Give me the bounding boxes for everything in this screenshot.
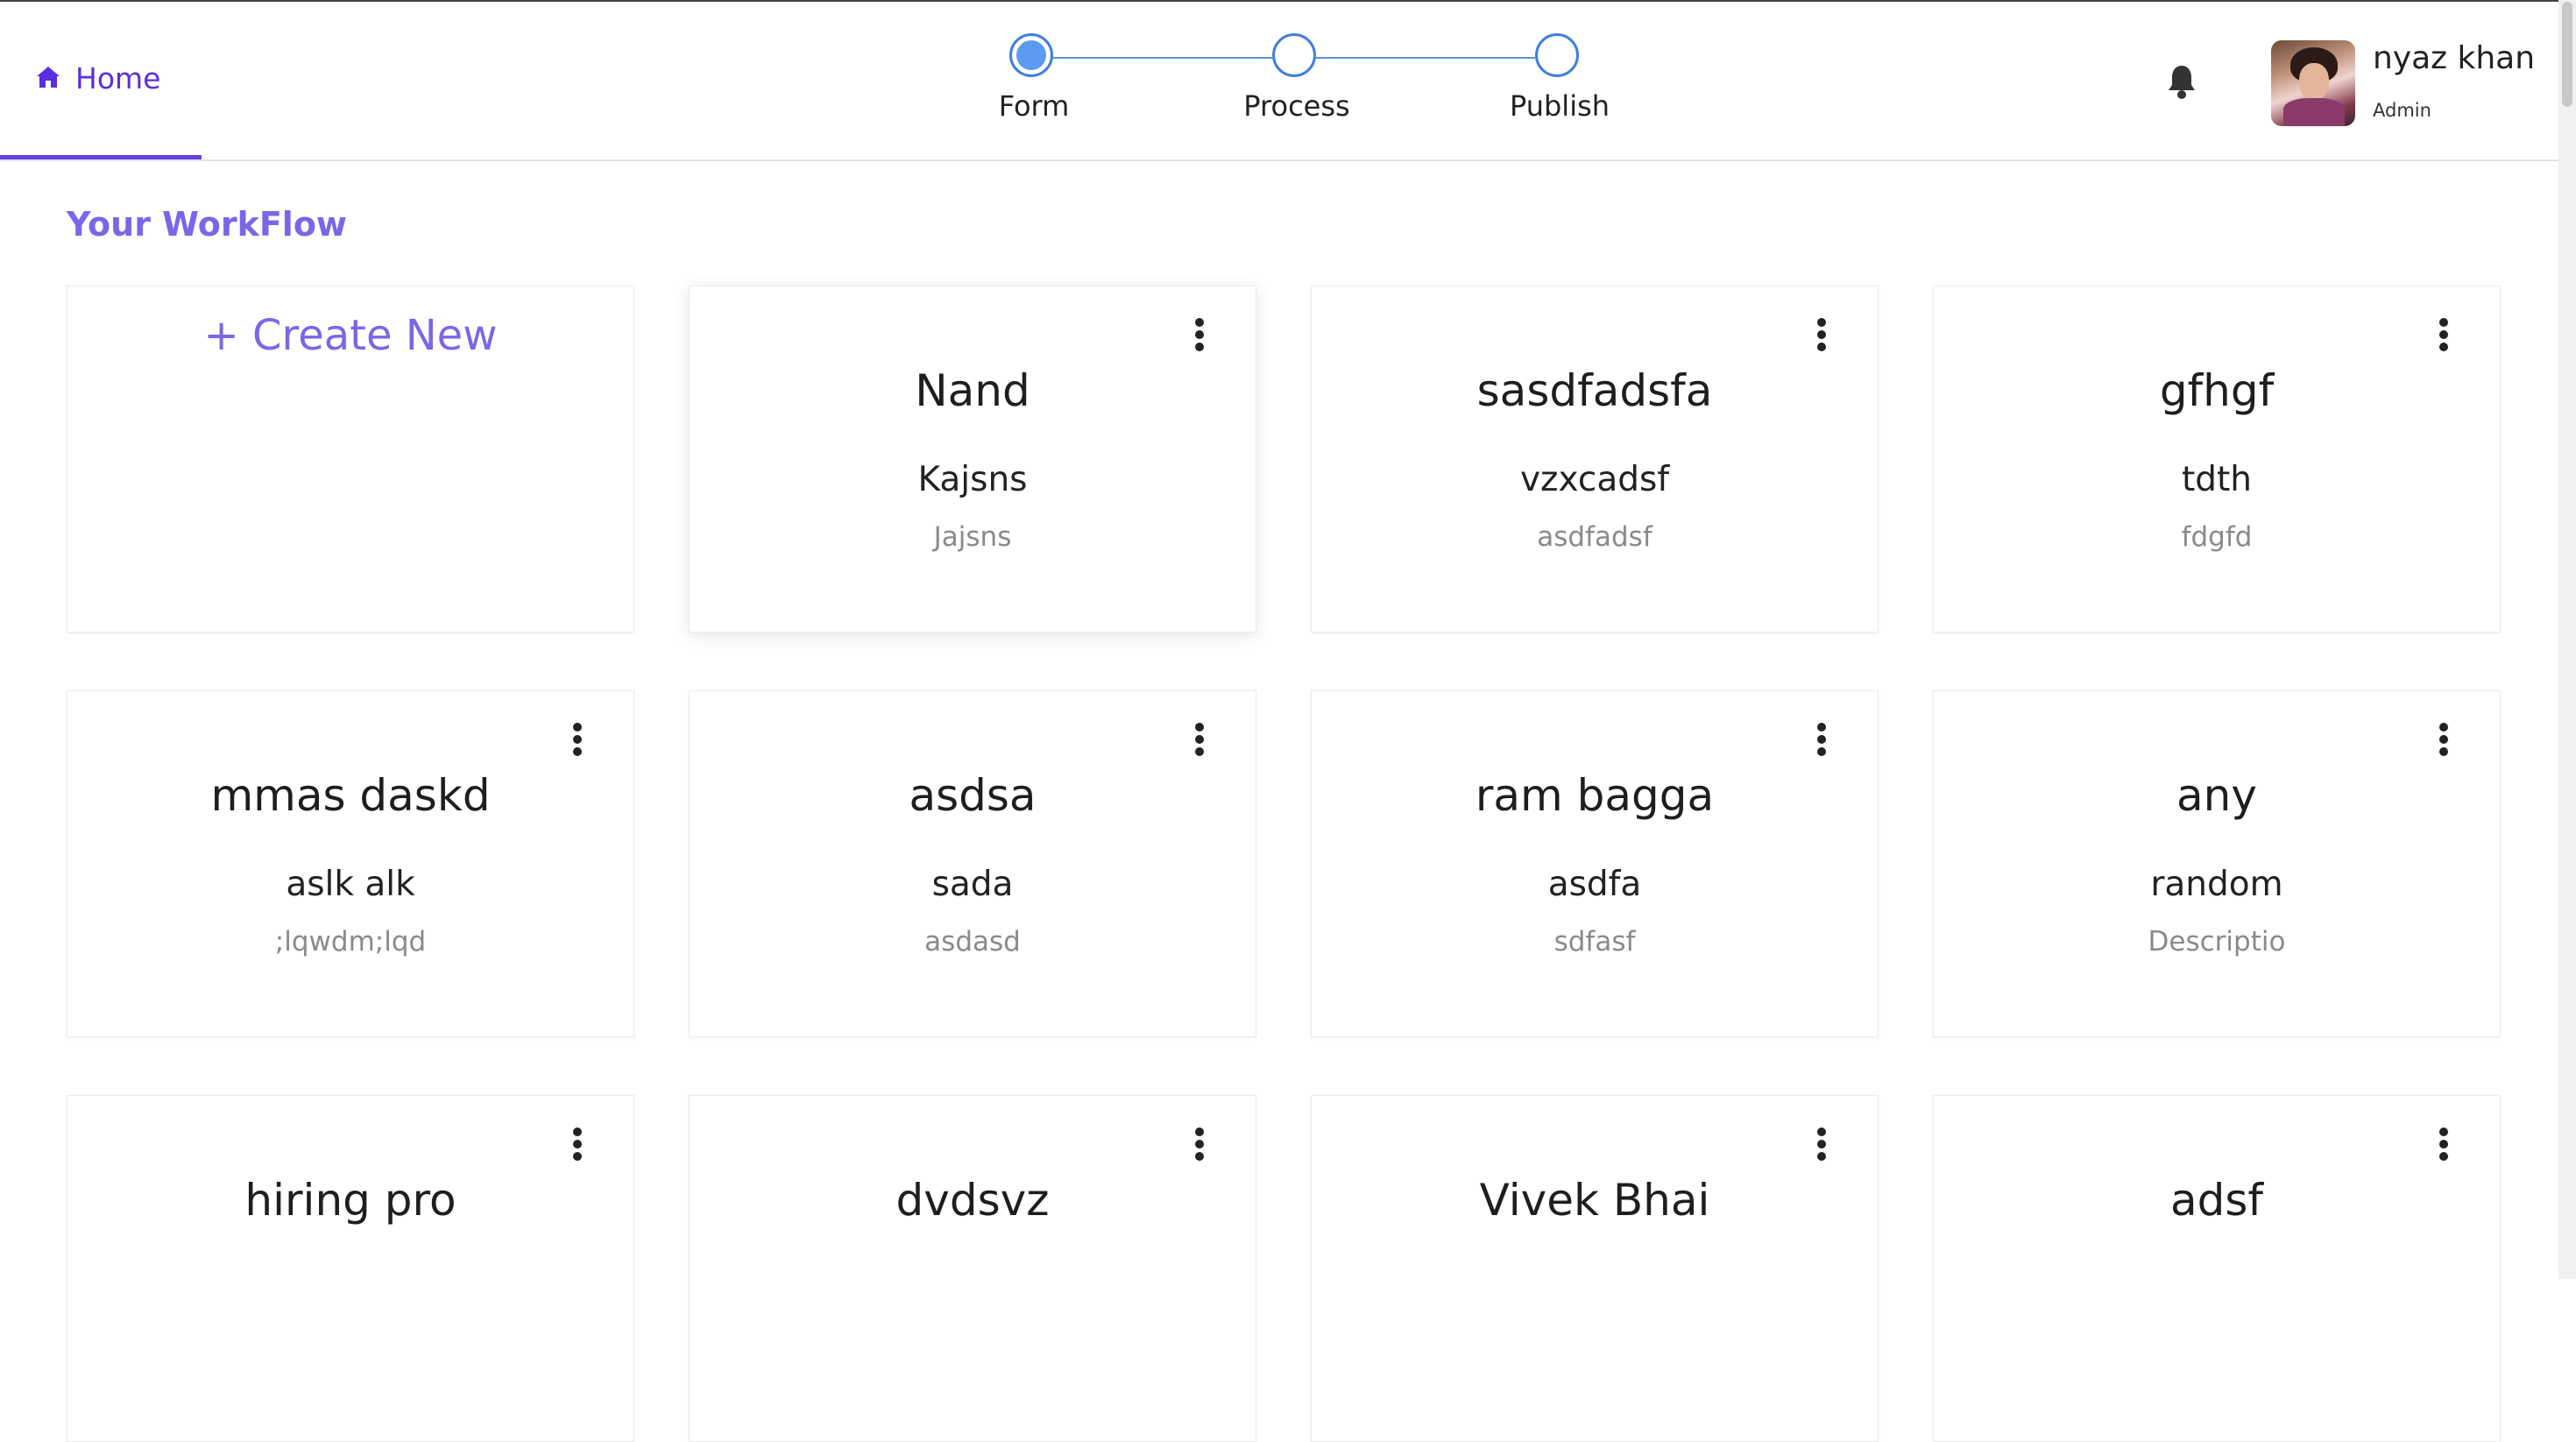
more-vertical-icon[interactable] — [2433, 723, 2454, 756]
more-vertical-icon[interactable] — [567, 1127, 588, 1161]
home-icon — [35, 65, 61, 93]
card-description: Descriptio — [2148, 926, 2286, 958]
card-subtitle: random — [2150, 865, 2283, 904]
step-indicator — [1272, 33, 1316, 77]
more-vertical-icon[interactable] — [1811, 1127, 1832, 1161]
more-vertical-icon[interactable] — [1189, 723, 1210, 756]
user-name: nyaz khan — [2373, 40, 2536, 76]
section-title: Your WorkFlow — [67, 205, 348, 244]
card-title: Nand — [915, 365, 1030, 416]
card-subtitle: asdfa — [1547, 865, 1642, 904]
nav-home-tab[interactable]: Home — [0, 2, 202, 159]
step-connector — [1053, 57, 1272, 59]
step-label: Publish — [1509, 89, 1610, 123]
workflow-stepper: Form Process Publish — [946, 2, 1630, 159]
step-label: Process — [1243, 89, 1350, 123]
step-indicator-active — [1009, 33, 1053, 77]
card-title: sasdfadsfa — [1476, 365, 1713, 416]
card-subtitle: aslk alk — [286, 865, 415, 904]
card-title: dvdsvz — [895, 1175, 1050, 1226]
workflow-card[interactable]: mmas daskd aslk alk ;lqwdm;lqd — [67, 690, 634, 1037]
card-title: asdsa — [909, 770, 1037, 821]
workflow-card[interactable]: any random Descriptio — [1933, 690, 2501, 1037]
bell-icon[interactable] — [2164, 63, 2199, 100]
card-title: gfhgf — [2159, 365, 2275, 416]
user-role: Admin — [2373, 100, 2431, 121]
avatar[interactable] — [2271, 40, 2355, 126]
page-scrollbar[interactable] — [2558, 0, 2576, 1279]
card-subtitle: vzxcadsf — [1519, 460, 1670, 499]
create-new-card[interactable]: + Create New — [67, 286, 634, 633]
card-title: any — [2176, 770, 2257, 821]
home-label: Home — [75, 61, 161, 95]
card-subtitle: Kajsns — [917, 460, 1028, 499]
card-description: sdfasf — [1553, 926, 1636, 958]
card-title: ram bagga — [1475, 770, 1715, 821]
card-description: asdfadsf — [1537, 521, 1652, 553]
workflow-card[interactable]: asdsa sada asdasd — [689, 690, 1256, 1037]
step-indicator — [1535, 33, 1579, 77]
more-vertical-icon[interactable] — [2433, 318, 2454, 351]
workflow-card[interactable]: Nand Kajsns Jajsns — [689, 286, 1256, 633]
more-vertical-icon[interactable] — [1811, 318, 1832, 351]
workflow-card[interactable]: adsf — [1933, 1095, 2501, 1442]
scrollbar-thumb[interactable] — [2562, 2, 2572, 107]
step-label: Form — [998, 89, 1070, 123]
top-header: Home Form Process Publish nyaz khan Admi… — [0, 2, 2558, 161]
card-description: ;lqwdm;lqd — [274, 926, 427, 958]
workflow-card[interactable]: sasdfadsfa vzxcadsf asdfadsf — [1311, 286, 1879, 633]
create-new-button[interactable]: + Create New — [67, 311, 633, 360]
card-title: hiring pro — [244, 1175, 456, 1226]
more-vertical-icon[interactable] — [1189, 1127, 1210, 1161]
workflow-card[interactable]: Vivek Bhai — [1311, 1095, 1879, 1442]
workflow-card[interactable]: hiring pro — [67, 1095, 634, 1442]
more-vertical-icon[interactable] — [1811, 723, 1832, 756]
more-vertical-icon[interactable] — [2433, 1127, 2454, 1161]
workflow-card[interactable]: ram bagga asdfa sdfasf — [1311, 690, 1879, 1037]
card-description: Jajsns — [933, 521, 1012, 553]
step-connector — [1316, 57, 1535, 59]
card-description: asdasd — [924, 926, 1021, 958]
card-title: Vivek Bhai — [1479, 1175, 1710, 1226]
card-subtitle: sada — [931, 865, 1014, 904]
more-vertical-icon[interactable] — [1189, 318, 1210, 351]
card-title: adsf — [2169, 1175, 2264, 1226]
workflow-card[interactable]: gfhgf tdth fdgfd — [1933, 286, 2501, 633]
card-subtitle: tdth — [2181, 460, 2253, 499]
more-vertical-icon[interactable] — [567, 723, 588, 756]
card-description: fdgfd — [2181, 521, 2253, 553]
card-title: mmas daskd — [210, 770, 491, 821]
workflow-card[interactable]: dvdsvz — [689, 1095, 1256, 1442]
workflow-grid: + Create New Nand Kajsns Jajsns sasdfads… — [67, 286, 2501, 1442]
